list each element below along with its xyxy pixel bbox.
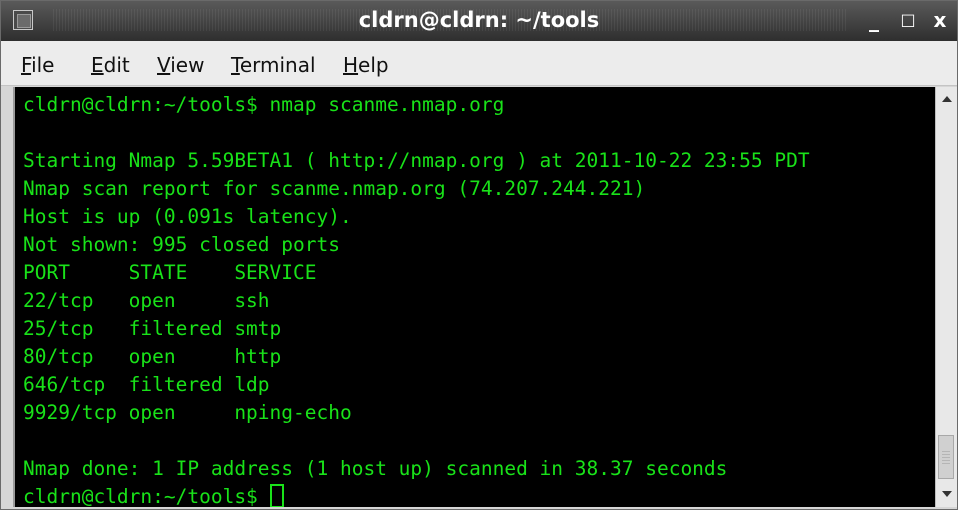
terminal-line: 25/tcp filtered smtp bbox=[23, 317, 282, 340]
terminal-line: Starting Nmap 5.59BETA1 ( http://nmap.or… bbox=[23, 149, 810, 172]
menu-bar: File Edit View Terminal Help bbox=[1, 41, 957, 86]
terminal-line: 9929/tcp open nping-echo bbox=[23, 401, 352, 424]
terminal-prompt-line[interactable]: cldrn@cldrn:~/tools$ bbox=[23, 483, 284, 507]
close-button[interactable]: x bbox=[927, 7, 953, 33]
terminal-line: 646/tcp filtered ldp bbox=[23, 373, 270, 396]
menu-terminal[interactable]: Terminal bbox=[231, 53, 316, 77]
terminal-line: 80/tcp open http bbox=[23, 345, 282, 368]
menu-edit[interactable]: Edit bbox=[91, 53, 130, 77]
terminal-line: Nmap scan report for scanme.nmap.org (74… bbox=[23, 177, 646, 200]
menu-view[interactable]: View bbox=[157, 53, 204, 77]
terminal-output[interactable]: cldrn@cldrn:~/tools$ nmap scanme.nmap.or… bbox=[13, 87, 935, 507]
scroll-up-arrow-icon[interactable] bbox=[936, 87, 957, 111]
terminal-line: PORT STATE SERVICE bbox=[23, 261, 317, 284]
terminal-line: Nmap done: 1 IP address (1 host up) scan… bbox=[23, 457, 728, 480]
terminal-window: cldrn@cldrn: ~/tools _ □ x File Edit Vie… bbox=[0, 0, 958, 510]
menu-file[interactable]: File bbox=[21, 53, 54, 77]
terminal-line: 22/tcp open ssh bbox=[23, 289, 270, 312]
terminal-line: Not shown: 995 closed ports bbox=[23, 233, 340, 256]
terminal-prompt: cldrn@cldrn:~/tools$ bbox=[23, 485, 270, 507]
window-title: cldrn@cldrn: ~/tools bbox=[358, 8, 600, 32]
text-cursor bbox=[269, 484, 284, 507]
terminal-line: Host is up (0.091s latency). bbox=[23, 205, 352, 228]
scroll-thumb[interactable] bbox=[938, 435, 954, 479]
title-bar[interactable]: cldrn@cldrn: ~/tools _ □ x bbox=[1, 1, 957, 41]
terminal-line: cldrn@cldrn:~/tools$ nmap scanme.nmap.or… bbox=[23, 93, 505, 116]
menu-help[interactable]: Help bbox=[343, 53, 389, 77]
maximize-button[interactable]: □ bbox=[895, 7, 921, 33]
vertical-scrollbar[interactable] bbox=[935, 87, 957, 507]
minimize-button[interactable]: _ bbox=[861, 7, 887, 33]
scroll-down-arrow-icon[interactable] bbox=[936, 483, 957, 507]
